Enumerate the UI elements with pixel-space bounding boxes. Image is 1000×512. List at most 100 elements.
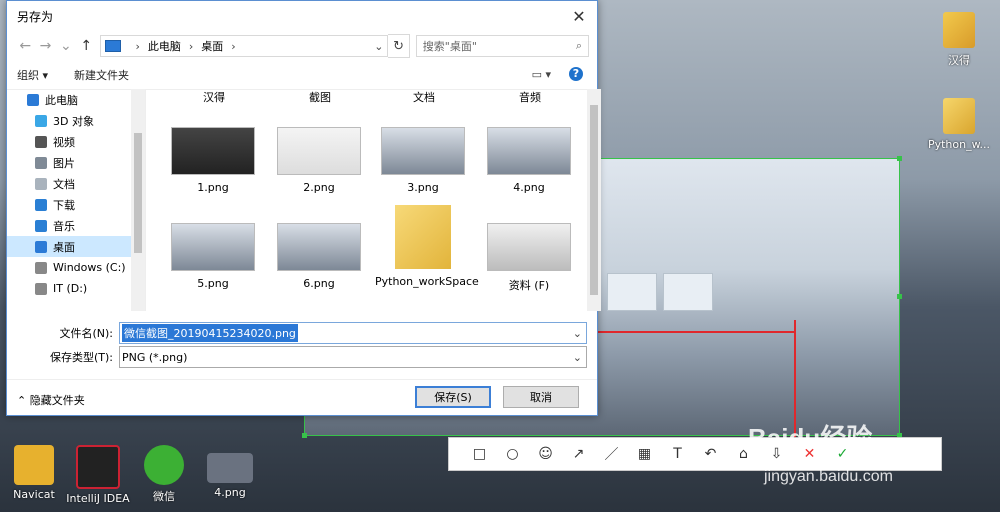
watermark: Baidu经验 [748,423,873,453]
rectangle-icon[interactable]: □ [463,442,496,466]
filename-field[interactable]: 微信截图_20190415234020.png ⌄ [119,322,587,344]
folder-label[interactable]: 音频 [519,89,541,105]
watermark-url: jingyan.baidu.com [764,468,893,485]
circle-icon[interactable]: ○ [496,442,529,466]
file-name: 1.png [197,181,229,194]
chevron-down-icon[interactable]: ⌄ [374,40,383,53]
folder-item[interactable]: Python_workSpace [375,205,479,288]
nav-item-music[interactable]: 音乐 [7,215,145,236]
help-icon[interactable]: ? [569,67,583,81]
file-name: 4.png [513,181,545,194]
text-icon[interactable]: T [661,442,694,466]
chevron-down-icon[interactable]: ⌄ [573,327,582,340]
desktop-icon-navicat[interactable]: Navicat [0,445,70,501]
file-name: 6.png [303,277,335,290]
folder-icon [943,98,975,134]
title-bar: 另存为 ✕ [7,1,597,31]
scroll-thumb[interactable] [590,105,598,295]
search-placeholder: 搜索"桌面" [422,40,477,53]
undo-icon[interactable]: ↶ [694,442,727,466]
nav-item-3d[interactable]: 3D 对象 [7,110,145,131]
download-icon [35,198,47,211]
navicat-icon [14,445,54,485]
back-icon[interactable]: ← [15,38,35,54]
search-icon: ⌕ [575,39,582,52]
chevron-down-icon[interactable]: ⌄ [573,351,582,364]
drive-item[interactable]: 资料 (F) [481,223,577,293]
computer-icon [105,40,122,52]
breadcrumb-separator: › [135,39,140,53]
breadcrumb-item[interactable]: 此电脑 [148,38,181,54]
desktop-icon-python[interactable]: Python_w... [924,98,994,151]
desktop-icon-hande[interactable]: 汉得 [924,12,994,68]
hide-folders-toggle[interactable]: ⌃ 隐藏文件夹 [17,392,85,408]
file-item[interactable]: 1.png [165,127,261,194]
arrow-icon[interactable]: ↗ [562,442,595,466]
scrollbar[interactable] [131,89,145,311]
desktop-icon-label: 微信 [153,490,175,503]
desktop-icon-wechat[interactable]: 微信 [128,445,200,504]
nav-item-desktop[interactable]: 桌面 [7,236,145,257]
new-folder-button[interactable]: 新建文件夹 [74,67,129,83]
nav-item-pictures[interactable]: 图片 [7,152,145,173]
organize-button[interactable]: 组织 ▾ [17,67,48,83]
nav-item-downloads[interactable]: 下载 [7,194,145,215]
refresh-icon[interactable]: ↻ [388,34,410,58]
search-input[interactable]: 搜索"桌面" ⌕ [415,35,589,57]
nav-item-label: 图片 [53,156,75,170]
desktop-icon-label: Navicat [13,488,55,501]
desktop-icon [35,240,47,253]
file-name: 资料 (F) [508,279,550,292]
filetype-row: 保存类型(T): PNG (*.png) ⌄ [7,345,597,369]
view-options-icon[interactable]: ▭ ▾ [532,68,551,81]
emoji-icon[interactable]: ☺ [529,442,562,466]
nav-item-label: 文档 [53,177,75,191]
nav-item-this-pc[interactable]: 此电脑 [7,89,145,110]
file-item[interactable]: 2.png [271,127,367,194]
history-dropdown-icon[interactable]: ⌄ [56,38,76,54]
folder-icon [943,12,975,48]
folder-label[interactable]: 截图 [309,89,331,105]
forward-icon[interactable]: → [35,38,55,54]
desktop-icon-intellij[interactable]: IntelliJ IDEA [62,445,134,505]
music-icon [35,219,47,232]
drive-icon [35,261,47,274]
file-item[interactable]: 3.png [375,127,471,194]
navigation-pane: 此电脑 3D 对象 视频 图片 文档 下载 音乐 桌面 Windows (C:)… [7,89,146,311]
breadcrumb-item[interactable]: 桌面 [201,38,223,54]
cube-icon [35,114,47,127]
close-icon[interactable]: ✕ [569,7,589,26]
file-name: Python_workSpace [375,275,479,288]
file-item[interactable]: 4.png [481,127,577,194]
folder-label[interactable]: 汉得 [203,89,225,105]
hide-folders-label: 隐藏文件夹 [29,394,85,407]
video-icon [35,135,47,148]
file-item[interactable]: 6.png [271,223,367,290]
resize-handle[interactable] [897,156,902,161]
breadcrumb[interactable]: › 此电脑 › 桌面 › ⌄ [100,35,389,57]
dialog-title: 另存为 [17,9,54,24]
save-button[interactable]: 保存(S) [415,386,491,408]
image-thumbnail [171,127,255,175]
resize-handle[interactable] [897,294,902,299]
desktop-icon-4png[interactable]: 4.png [194,445,266,499]
nav-item-label: 音乐 [53,219,75,233]
scroll-thumb[interactable] [134,133,142,253]
resize-handle[interactable] [302,433,307,438]
mosaic-icon[interactable]: ▦ [628,442,661,466]
pen-icon[interactable]: ／ [595,442,628,466]
file-item[interactable]: 5.png [165,223,261,290]
folder-label[interactable]: 文档 [413,89,435,105]
computer-icon [27,93,39,106]
filetype-select[interactable]: PNG (*.png) ⌄ [119,346,587,368]
nav-item-drive-d[interactable]: IT (D:) [7,278,145,299]
nav-item-drive-c[interactable]: Windows (C:) [7,257,145,278]
scrollbar[interactable] [587,89,601,311]
cancel-button[interactable]: 取消 [503,386,579,408]
nav-item-videos[interactable]: 视频 [7,131,145,152]
file-list: 汉得 截图 文档 音频 1.png 2.png 3.png 4.png 5.pn… [153,89,587,311]
filename-label: 文件名(N): [59,327,113,340]
nav-item-label: 3D 对象 [53,114,94,128]
nav-item-documents[interactable]: 文档 [7,173,145,194]
up-icon[interactable]: ↑ [76,38,96,54]
